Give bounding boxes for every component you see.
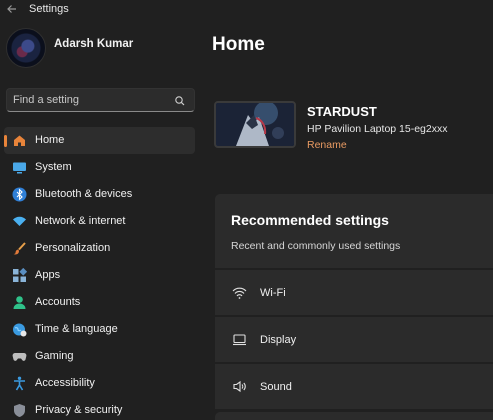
recommended-settings-header: Recommended settings Recent and commonly… [215, 194, 493, 268]
recommended-item-label: Wi-Fi [260, 287, 286, 299]
sidebar-item-label: Time & language [35, 323, 118, 335]
device-model: HP Pavilion Laptop 15-eg2xxx [307, 123, 448, 135]
window-title: Settings [29, 3, 69, 15]
sidebar-item-system[interactable]: System [4, 154, 195, 181]
sidebar-item-accessibility[interactable]: Accessibility [4, 370, 195, 397]
title-bar: Settings [0, 0, 493, 20]
bluetooth-icon [12, 187, 27, 202]
network-icon [12, 214, 27, 229]
search-input[interactable] [13, 92, 173, 108]
recommended-item-label: Sound [260, 381, 292, 393]
avatar[interactable] [6, 28, 46, 68]
gamepad-icon [12, 349, 27, 364]
recommended-settings-title: Recommended settings [231, 212, 389, 228]
apps-icon [12, 267, 28, 283]
search-box[interactable] [6, 88, 195, 112]
sidebar-item-label: Personalization [35, 242, 111, 254]
accessibility-icon [12, 376, 27, 391]
recommended-item-wifi[interactable]: Wi-Fi [215, 270, 493, 315]
sidebar-item-label: Bluetooth & devices [35, 188, 133, 200]
sidebar-item-privacy-security[interactable]: Privacy & security [4, 397, 195, 420]
sidebar-item-label: Privacy & security [35, 404, 123, 416]
brush-icon [12, 241, 27, 256]
sidebar-item-label: Home [35, 134, 65, 146]
sidebar-item-time-language[interactable]: Time & language [4, 316, 195, 343]
back-arrow-icon[interactable] [6, 2, 18, 16]
recommended-item-label: Display [260, 334, 297, 346]
globe-icon [12, 322, 27, 337]
system-icon [12, 160, 27, 175]
sidebar-item-label: Network & internet [35, 215, 126, 227]
sidebar-item-network[interactable]: Network & internet [4, 208, 195, 235]
recommended-item-display[interactable]: Display [215, 317, 493, 362]
display-icon [232, 332, 247, 347]
wifi-icon [232, 285, 247, 300]
sidebar-item-accounts[interactable]: Accounts [4, 289, 195, 316]
home-icon [12, 133, 27, 148]
page-title: Home [212, 34, 265, 55]
active-indicator [4, 135, 7, 147]
user-profile[interactable]: Adarsh Kumar [6, 28, 196, 72]
sidebar-nav: Home System Bluetooth & devices Network … [4, 127, 196, 420]
sidebar-item-gaming[interactable]: Gaming [4, 343, 195, 370]
recommended-settings-subtitle: Recent and commonly used settings [231, 240, 401, 252]
sidebar-item-label: Accounts [35, 296, 81, 308]
next-card-edge [215, 412, 493, 420]
sidebar-item-apps[interactable]: Apps [4, 262, 195, 289]
sidebar-item-label: Gaming [35, 350, 74, 362]
sound-icon [232, 379, 247, 394]
device-name: STARDUST [307, 104, 377, 119]
sidebar-item-label: System [35, 161, 72, 173]
profile-name: Adarsh Kumar [54, 38, 134, 50]
sidebar-item-personalization[interactable]: Personalization [4, 235, 195, 262]
search-icon[interactable] [174, 94, 186, 106]
sidebar-item-bluetooth[interactable]: Bluetooth & devices [4, 181, 195, 208]
sidebar-item-label: Accessibility [35, 377, 95, 389]
device-wallpaper-thumbnail [214, 101, 296, 148]
sidebar-item-home[interactable]: Home [4, 127, 195, 154]
shield-icon [12, 403, 27, 418]
recommended-item-sound[interactable]: Sound [215, 364, 493, 409]
rename-link[interactable]: Rename [307, 139, 347, 151]
sidebar-item-label: Apps [35, 269, 61, 281]
accounts-icon [12, 295, 27, 310]
